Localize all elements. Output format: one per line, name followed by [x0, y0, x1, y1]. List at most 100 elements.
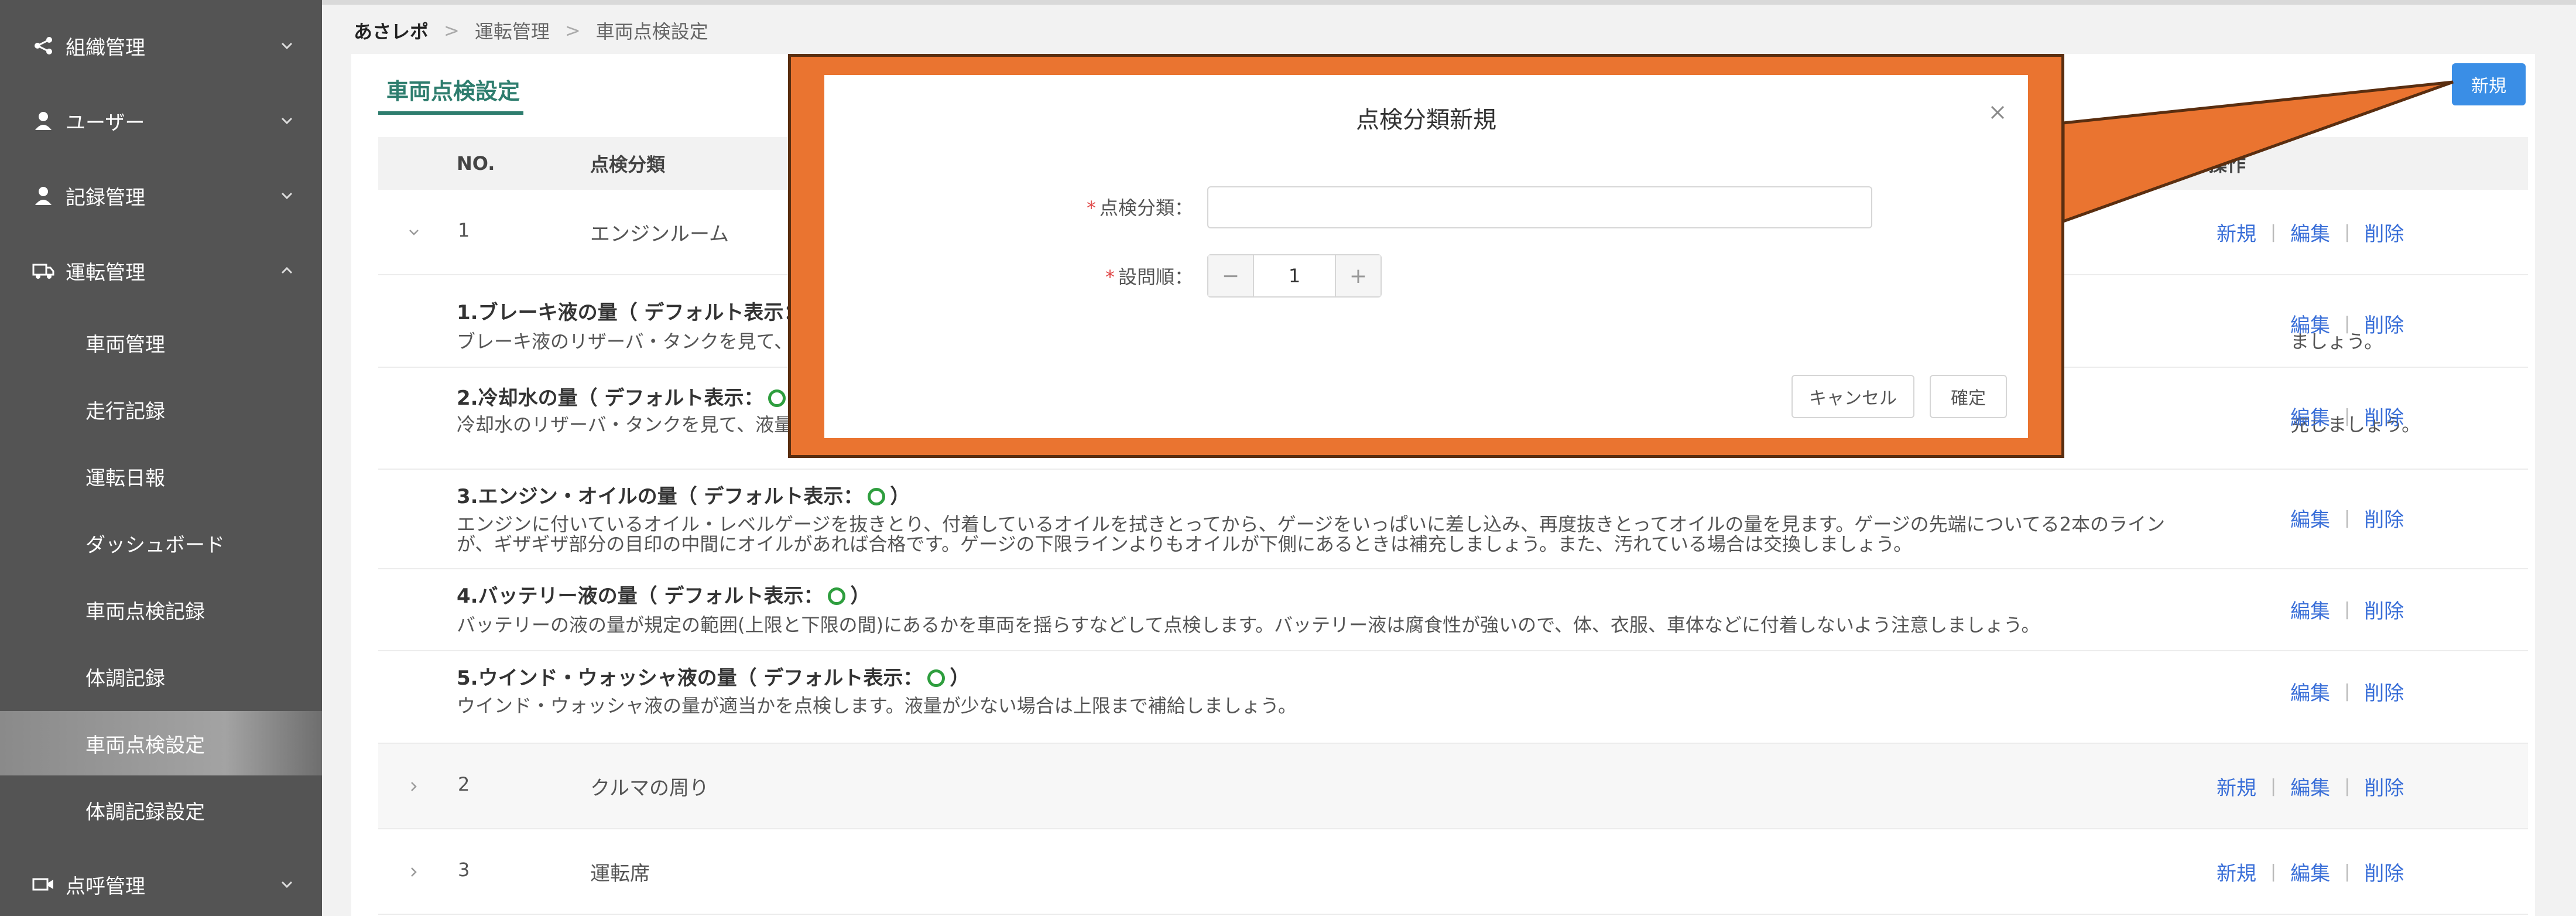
action-separator: |	[2344, 406, 2351, 426]
action-separator: |	[2344, 222, 2351, 242]
action-separator: |	[2344, 681, 2351, 702]
decrement-button[interactable]: −	[1208, 255, 1253, 296]
row-edit-link[interactable]: 編集	[2290, 595, 2330, 624]
item-title-text: 2.冷却水の量（ デフォルト表示：	[457, 387, 764, 410]
required-mark: *	[1086, 197, 1096, 219]
row-edit-link[interactable]: 編集	[2290, 677, 2330, 706]
row-delete-link[interactable]: 削除	[2364, 402, 2404, 430]
sidebar-group-driving[interactable]: 運転管理	[0, 241, 322, 300]
sidebar-item-vehicle-inspection-settings[interactable]: 車両点検設定	[0, 711, 322, 775]
sidebar-item-label: 体調記録設定	[85, 800, 205, 824]
sidebar-group-records[interactable]: 記録管理	[0, 166, 322, 225]
breadcrumb-separator: >	[444, 19, 460, 42]
row-delete-link[interactable]: 削除	[2364, 677, 2404, 706]
category-field-label: * 点検分類：	[1018, 193, 1193, 220]
row-delete-link[interactable]: 削除	[2364, 857, 2404, 886]
confirm-button[interactable]: 確定	[1930, 375, 2007, 418]
row-edit-link[interactable]: 編集	[2290, 402, 2330, 430]
breadcrumb-current: 車両点検設定	[595, 20, 708, 43]
row-actions: 編集 | 削除	[2290, 309, 2404, 338]
sidebar-group-label: 運転管理	[66, 261, 145, 285]
category-input[interactable]	[1207, 186, 1872, 228]
row-delete-link[interactable]: 削除	[2364, 595, 2404, 624]
row-category: クルマの周り	[590, 777, 709, 800]
chevron-down-icon	[281, 42, 293, 50]
sidebar-group-label: 点呼管理	[66, 874, 145, 898]
row-new-link[interactable]: 新規	[2217, 857, 2256, 886]
child-row: 3.エンジン・オイルの量（ デフォルト表示： ） エンジンに付いているオイル・レベ…	[378, 470, 2528, 569]
row-edit-link[interactable]: 編集	[2290, 772, 2330, 801]
action-separator: |	[2270, 862, 2277, 882]
order-value[interactable]: 1	[1253, 255, 1336, 296]
new-button[interactable]: 新規	[2452, 63, 2526, 105]
tab-vehicle-inspection-settings[interactable]: 車両点検設定	[386, 66, 520, 112]
item-description: ウインド・ウォッシャ液の量が適当かを点検します。液量が少ない場合は上限まで補給し…	[457, 695, 1297, 717]
sidebar: 組織管理 ユーザー 記録管理 運転管理 車両管理 走行記録 運転日報 ダッシュボ…	[0, 0, 322, 916]
row-delete-link[interactable]: 削除	[2364, 309, 2404, 338]
sidebar-item-label: 体調記録	[85, 667, 165, 691]
sidebar-item-label: ダッシュボード	[85, 533, 225, 557]
row-delete-link[interactable]: 削除	[2364, 218, 2404, 247]
row-new-link[interactable]: 新規	[2217, 218, 2256, 247]
breadcrumb-home[interactable]: あさレポ	[354, 17, 429, 44]
row-edit-link[interactable]: 編集	[2290, 857, 2330, 886]
sidebar-group-rollcall[interactable]: 点呼管理	[0, 855, 322, 914]
action-separator: |	[2270, 222, 2277, 242]
item-title-suffix: ）	[850, 585, 871, 608]
row-delete-link[interactable]: 削除	[2364, 504, 2404, 532]
item-title: 1.ブレーキ液の量（ デフォルト表示：	[457, 296, 830, 325]
item-title-suffix: ）	[890, 485, 910, 508]
header-no: NO.	[457, 152, 495, 175]
sidebar-item-vehicle-management[interactable]: 車両管理	[0, 310, 322, 375]
chevron-right-icon[interactable]	[404, 862, 424, 882]
chevron-down-icon[interactable]	[404, 223, 424, 242]
sidebar-item-label: 車両点検記録	[85, 600, 205, 624]
sidebar-item-label: 車両管理	[85, 333, 165, 357]
cancel-button[interactable]: キャンセル	[1791, 375, 1914, 418]
row-actions: 編集 | 削除	[2290, 402, 2404, 430]
order-stepper: − 1 +	[1207, 254, 1382, 298]
sidebar-group-users[interactable]: ユーザー	[0, 91, 322, 150]
top-strip	[0, 0, 2576, 5]
breadcrumb-level1[interactable]: 運転管理	[475, 17, 550, 44]
row-new-link[interactable]: 新規	[2217, 772, 2256, 801]
child-row: 4.バッテリー液の量（ デフォルト表示： ） バッテリーの液の量が規定の範囲(上限…	[378, 569, 2528, 651]
circle-ok-icon	[768, 389, 786, 407]
row-edit-link[interactable]: 編集	[2290, 218, 2330, 247]
chevron-down-icon	[281, 881, 293, 888]
sidebar-group-label: ユーザー	[66, 111, 145, 135]
action-separator: |	[2344, 599, 2351, 620]
item-title: 5.ウインド・ウォッシャ液の量（ デフォルト表示： ）	[457, 662, 970, 691]
circle-ok-icon	[828, 587, 846, 605]
breadcrumb: あさレポ > 運転管理 > 車両点検設定	[354, 14, 708, 47]
sidebar-item-daily-report[interactable]: 運転日報	[0, 444, 322, 508]
sidebar-item-health-record-settings[interactable]: 体調記録設定	[0, 778, 322, 842]
chevron-right-icon[interactable]	[404, 777, 424, 797]
tab-active-underline	[378, 111, 523, 115]
dialog-title: 点検分類新規	[1356, 107, 1496, 134]
sidebar-item-dashboard[interactable]: ダッシュボード	[0, 511, 322, 575]
row-category: 運転席	[590, 862, 650, 886]
row-delete-link[interactable]: 削除	[2364, 772, 2404, 801]
category-label-text: 点検分類：	[1099, 197, 1193, 219]
increment-button[interactable]: +	[1336, 255, 1381, 296]
item-title-text: 4.バッテリー液の量（ デフォルト表示：	[457, 585, 824, 608]
row-edit-link[interactable]: 編集	[2290, 309, 2330, 338]
circle-ok-icon	[868, 488, 886, 505]
item-title: 3.エンジン・オイルの量（ デフォルト表示： ）	[457, 480, 910, 509]
item-description: バッテリーの液の量が規定の範囲(上限と下限の間)にあるかを車両を揺らすなどして点…	[457, 614, 2040, 636]
sidebar-item-driving-records[interactable]: 走行記録	[0, 377, 322, 442]
item-title: 2.冷却水の量（ デフォルト表示：）	[457, 382, 810, 411]
sidebar-item-health-records[interactable]: 体調記録	[0, 644, 322, 709]
close-icon[interactable]	[1984, 98, 2012, 127]
sidebar-item-vehicle-inspection-records[interactable]: 車両点検記録	[0, 577, 322, 642]
action-separator: |	[2344, 776, 2351, 797]
sidebar-group-organization[interactable]: 組織管理	[0, 16, 322, 75]
item-description: エンジンに付いているオイル・レベルゲージを抜きとり、付着しているオイルを拭きとっ…	[457, 513, 2165, 555]
row-edit-link[interactable]: 編集	[2290, 504, 2330, 532]
item-title-text: 5.ウインド・ウォッシャ液の量（ デフォルト表示：	[457, 667, 923, 690]
circle-ok-icon	[927, 669, 946, 687]
share-icon	[35, 37, 52, 54]
user-icon	[35, 187, 52, 205]
sidebar-item-label: 車両点検設定	[85, 733, 205, 757]
